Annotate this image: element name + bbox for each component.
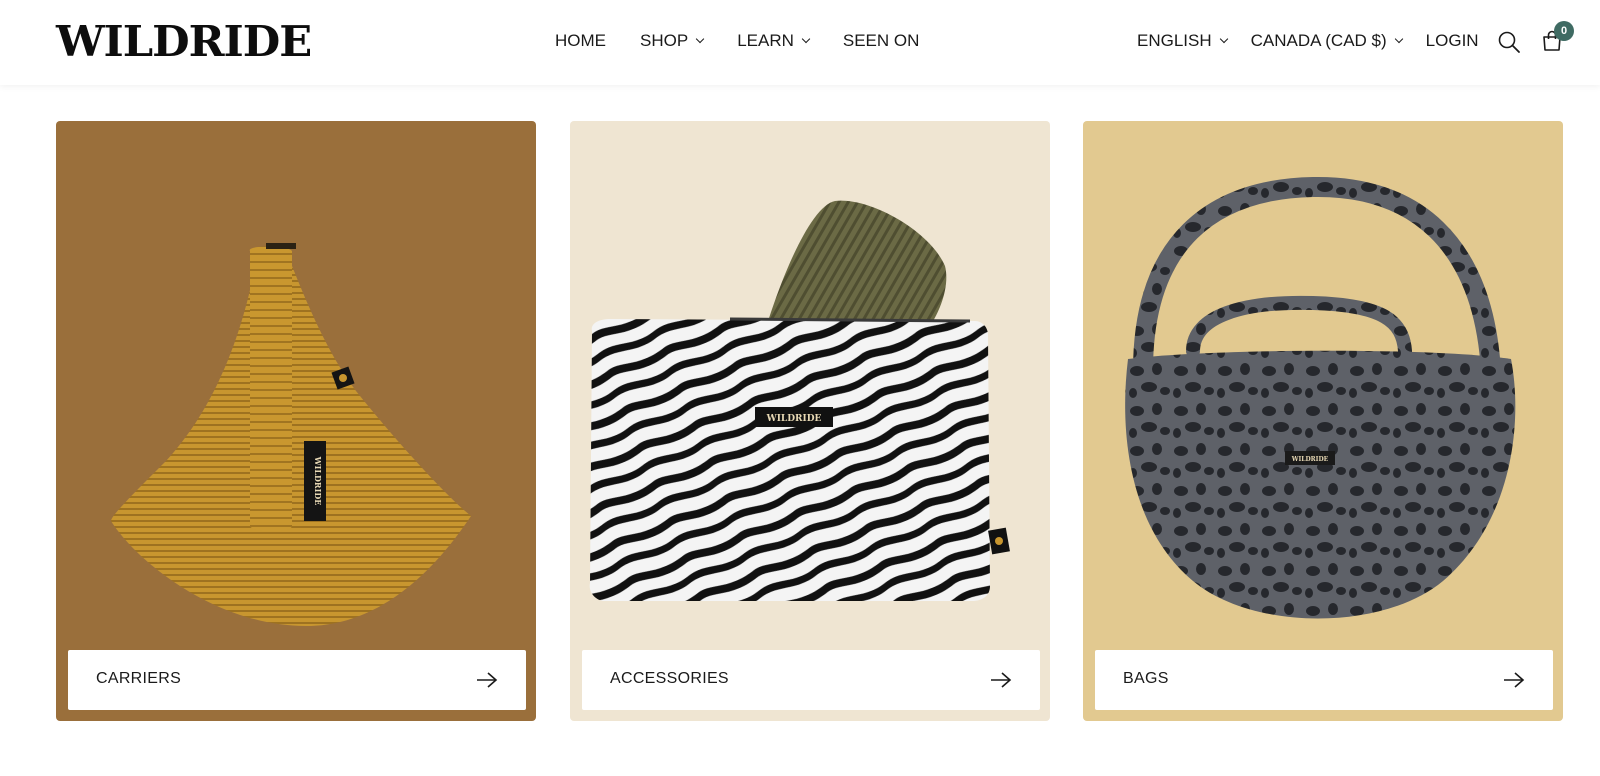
accessories-tag-text: WILDRIDE <box>766 414 822 424</box>
bags-link-button[interactable]: BAGS <box>1095 650 1553 710</box>
utility-nav: ENGLISH CANADA (CAD $) LOGIN <box>1137 29 1503 53</box>
carriers-link-button[interactable]: CARRIERS <box>68 650 526 710</box>
login-link[interactable]: LOGIN <box>1426 31 1479 51</box>
cart-count-badge: 0 <box>1554 21 1574 41</box>
nav-home-label: HOME <box>555 31 606 50</box>
collection-card-bags[interactable]: WILDRIDE BAGS <box>1083 121 1563 721</box>
currency-label: CANADA (CAD $) <box>1250 31 1387 50</box>
chevron-down-icon <box>695 34 705 44</box>
nav-learn-label: LEARN <box>737 31 794 50</box>
arrow-right-icon <box>991 672 1012 688</box>
language-label: ENGLISH <box>1137 31 1212 50</box>
chevron-down-icon <box>801 34 811 44</box>
chevron-down-icon <box>1219 34 1228 44</box>
currency-selector[interactable]: CANADA (CAD $) <box>1250 31 1403 51</box>
search-button[interactable] <box>1497 30 1521 59</box>
nav-item-learn[interactable]: LEARN <box>737 31 811 51</box>
nav-seen-on-label: SEEN ON <box>842 31 920 50</box>
bags-label: BAGS <box>1123 670 1169 687</box>
accessories-product-image: WILDRIDE <box>570 121 1050 721</box>
arrow-right-icon <box>1504 672 1525 688</box>
collection-card-carriers[interactable]: WILDRIDE CARRIERS <box>56 121 536 721</box>
nav-item-home[interactable]: HOME <box>555 31 606 51</box>
bags-product-image: WILDRIDE <box>1083 121 1563 721</box>
accessories-label: ACCESSORIES <box>610 670 729 687</box>
language-selector[interactable]: ENGLISH <box>1137 31 1228 51</box>
login-label: LOGIN <box>1425 31 1479 50</box>
main-nav: HOME SHOP LEARN SEEN ON <box>555 29 953 53</box>
carrier-product-image: WILDRIDE <box>56 121 536 721</box>
accessories-link-button[interactable]: ACCESSORIES <box>582 650 1040 710</box>
brand-logo[interactable]: WILDRIDE <box>56 16 312 68</box>
arrow-right-icon <box>477 672 498 688</box>
nav-item-shop[interactable]: SHOP <box>640 31 705 51</box>
nav-shop-label: SHOP <box>640 31 689 50</box>
carrier-tag-text: WILDRIDE <box>313 456 323 506</box>
site-header: WILDRIDE HOME SHOP LEARN SEEN ON ENGLISH… <box>0 0 1600 85</box>
chevron-down-icon <box>1394 34 1403 44</box>
search-icon <box>1498 31 1520 53</box>
collection-card-accessories[interactable]: WILDRIDE ACCESSORIES <box>570 121 1050 721</box>
carriers-label: CARRIERS <box>96 670 182 687</box>
bags-tag-text: WILDRIDE <box>1291 456 1329 463</box>
nav-item-seen-on[interactable]: SEEN ON <box>843 31 920 51</box>
